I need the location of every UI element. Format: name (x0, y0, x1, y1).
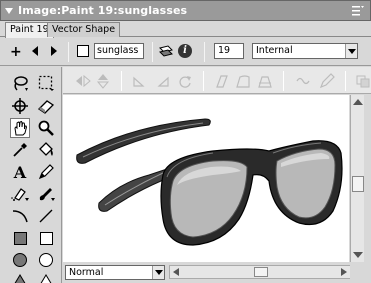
rotate-left-icon[interactable] (131, 73, 147, 89)
warp-icon[interactable] (235, 73, 251, 89)
palette-select-value: Internal (256, 45, 293, 56)
curve-icon[interactable] (10, 206, 30, 226)
next-member-icon[interactable] (51, 46, 57, 56)
paint-canvas[interactable] (63, 95, 349, 262)
flip-vertical-icon[interactable] (95, 73, 111, 89)
magnifier-icon[interactable] (36, 118, 56, 138)
airbrush-icon[interactable] (10, 184, 30, 204)
free-rotate-icon[interactable] (177, 73, 193, 89)
member-thumbnail[interactable] (77, 45, 89, 57)
vertical-scroll-thumb[interactable] (352, 176, 364, 192)
toolbar-divider (68, 42, 69, 62)
collapse-triangle-icon[interactable] (5, 7, 13, 14)
options-divider (345, 71, 346, 91)
info-icon[interactable]: i (178, 44, 192, 58)
sunglasses-image (76, 118, 343, 246)
bottom-bar: Normal (63, 263, 371, 283)
rotate-right-icon[interactable] (155, 73, 171, 89)
vertical-scrollbar[interactable] (350, 95, 364, 262)
pencil-icon[interactable] (36, 162, 56, 182)
ellipse-icon[interactable] (36, 250, 56, 270)
trace-edges-icon[interactable] (319, 73, 335, 89)
options-divider (203, 71, 204, 91)
marquee-icon[interactable] (36, 73, 56, 93)
toolbar-divider (152, 42, 153, 62)
member-name-input[interactable]: sunglass (94, 43, 144, 59)
palette-select[interactable]: Internal (252, 43, 358, 59)
eraser-icon[interactable] (36, 96, 56, 116)
add-member-button[interactable]: + (10, 44, 22, 60)
script-link-icon[interactable] (158, 44, 174, 58)
previous-member-icon[interactable] (32, 46, 38, 56)
ink-mode-value: Normal (69, 267, 104, 278)
switch-colors-icon[interactable] (355, 73, 371, 89)
filled-ellipse-icon[interactable] (10, 250, 30, 270)
hand-icon[interactable] (10, 118, 30, 138)
window-title: Image:Paint 19:sunglasses (18, 4, 188, 17)
panel-menu-icon[interactable] (352, 5, 364, 17)
resize-corner[interactable] (350, 263, 371, 283)
scroll-right-icon[interactable] (341, 268, 347, 276)
eyedropper-icon[interactable] (10, 140, 30, 160)
scroll-left-icon[interactable] (173, 268, 179, 276)
chevron-down-icon (345, 44, 357, 58)
flip-horizontal-icon[interactable] (75, 73, 91, 89)
smooth-icon[interactable] (295, 73, 311, 89)
lasso-icon[interactable] (10, 73, 30, 93)
scroll-up-icon[interactable] (353, 99, 363, 105)
paint-bucket-icon[interactable] (36, 140, 56, 160)
horizontal-scrollbar[interactable] (169, 265, 351, 279)
chevron-down-icon (152, 266, 164, 279)
options-divider (283, 71, 284, 91)
window-titlebar: Image:Paint 19:sunglasses (0, 0, 371, 21)
perspective-icon[interactable] (257, 73, 273, 89)
horizontal-scroll-thumb[interactable] (254, 267, 268, 277)
skew-icon[interactable] (213, 73, 229, 89)
options-toolbar (63, 67, 371, 94)
line-icon[interactable] (36, 206, 56, 226)
member-number-field[interactable]: 19 (214, 43, 244, 59)
tab-strip: Paint 19 Vector Shape (0, 21, 371, 38)
tool-palette: A (0, 67, 62, 283)
options-divider (121, 71, 122, 91)
toolbar-divider (204, 42, 205, 62)
ink-mode-select[interactable]: Normal (65, 265, 165, 280)
registration-point-icon[interactable] (10, 96, 30, 116)
tab-vector-shape[interactable]: Vector Shape (47, 22, 121, 37)
rect-icon[interactable] (36, 228, 56, 248)
text-icon[interactable]: A (10, 162, 30, 182)
filled-rect-icon[interactable] (10, 228, 30, 248)
brush-icon[interactable] (36, 184, 56, 204)
filled-polygon-icon[interactable] (10, 269, 30, 283)
main-toolbar: + sunglass i 19 Internal (0, 38, 371, 66)
scroll-down-icon[interactable] (353, 252, 363, 258)
polygon-icon[interactable] (36, 269, 56, 283)
